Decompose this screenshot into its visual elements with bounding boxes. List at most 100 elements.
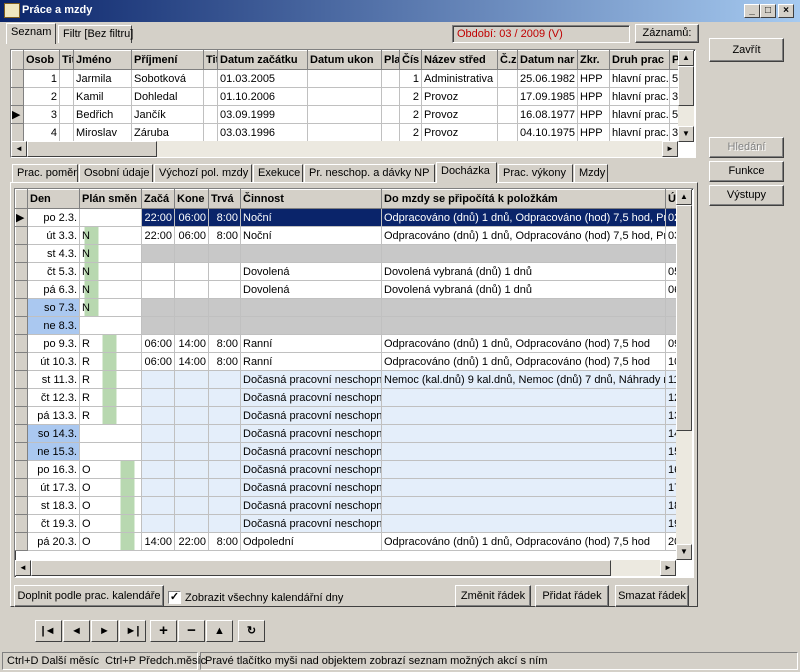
column-header[interactable]: Plán směn (79, 189, 142, 209)
column-header[interactable]: Příjmení (131, 50, 204, 70)
table-row[interactable]: ne 15.3.Dočasná pracovní neschopn15 (15, 442, 678, 461)
tab-seznam[interactable]: Seznam (6, 23, 56, 44)
scroll-right-icon[interactable]: ► (660, 560, 676, 576)
scroll-down-icon[interactable]: ▼ (678, 126, 694, 142)
column-header[interactable]: Zkr. (577, 50, 610, 70)
column-header[interactable]: Datum nar (517, 50, 578, 70)
table-row[interactable]: st 4.3. N (15, 244, 678, 263)
tab-2[interactable]: Výchozí pol. mzdy (154, 164, 252, 182)
table-cell (79, 424, 142, 443)
tab-0[interactable]: Prac. poměr (12, 164, 78, 182)
table-row[interactable]: pá 13.3.RDočasná pracovní neschopn13 (15, 406, 678, 425)
close-button[interactable]: Zavřít (709, 38, 784, 62)
scroll-up-icon[interactable]: ▲ (678, 50, 694, 66)
column-header[interactable]: Osob (23, 50, 60, 70)
column-header[interactable]: Začá (141, 189, 175, 209)
column-header[interactable]: Den (27, 189, 80, 209)
attendance-hscroll[interactable]: ◄ ► (15, 560, 676, 576)
outputs-button[interactable]: Výstupy (709, 185, 784, 206)
tab-filtr[interactable]: Filtr [Bez filtru] (58, 25, 133, 43)
table-cell: hlavní prac. (609, 123, 670, 142)
column-header[interactable]: Kone (174, 189, 209, 209)
employee-vscroll[interactable]: ▲ ▼ (678, 50, 694, 142)
change-row-button[interactable]: Změnit řádek (455, 585, 531, 607)
column-header[interactable]: Pla (381, 50, 400, 70)
refresh-icon[interactable]: ↻ (238, 620, 265, 642)
tab-3[interactable]: Exekuce (253, 164, 303, 182)
table-row[interactable]: po 16.3.ODočasná pracovní neschopn16 (15, 460, 678, 479)
add-record-icon[interactable]: + (150, 620, 177, 642)
add-row-button[interactable]: Přidat řádek (535, 585, 609, 607)
show-all-checkbox[interactable]: ✓ (168, 591, 181, 604)
column-header[interactable]: Tit (59, 50, 74, 70)
table-row[interactable]: čt 12.3.RDočasná pracovní neschopn12 (15, 388, 678, 407)
table-row[interactable]: pá 6.3. N Dovolená Dovolená vybraná (dnů) 1… (15, 280, 678, 299)
column-header[interactable]: Čís (399, 50, 422, 70)
functions-button[interactable]: Funkce (709, 161, 784, 182)
scroll-thumb[interactable] (676, 205, 692, 431)
table-row[interactable]: 4 Miroslav Záruba 03.03.1996 2 Provoz 04.10.19… (11, 123, 692, 142)
scroll-up-icon[interactable]: ▲ (676, 189, 692, 205)
fill-calendar-button[interactable]: Doplnit podle prac. kalendáře (14, 585, 164, 607)
search-button[interactable]: Hledání (709, 137, 784, 158)
table-row[interactable]: so 14.3.Dočasná pracovní neschopn14 (15, 424, 678, 443)
scroll-left-icon[interactable]: ◄ (11, 141, 27, 157)
column-header[interactable]: Druh prac (609, 50, 670, 70)
minimize-button[interactable]: _ (744, 4, 760, 18)
hscroll-thumb[interactable] (27, 141, 157, 157)
column-header[interactable]: Trvá (208, 189, 241, 209)
table-row[interactable]: út 10.3. R 06:00 14:00 8:00 Ranní Odpracováno … (15, 352, 678, 371)
attendance-grid[interactable]: Den Plán směn Začá Kone Trvá Činnost Do mzdy s… (14, 188, 694, 578)
maximize-button[interactable]: □ (760, 4, 776, 18)
table-row[interactable]: pá 20.3. O 14:00 22:00 8:00 Odpolední Odpracov… (15, 532, 678, 551)
table-row[interactable]: čt 5.3. N Dovolená Dovolená vybraná (dnů) 1… (15, 262, 678, 281)
delete-record-icon[interactable]: − (178, 620, 205, 642)
zaznamu-button[interactable]: Záznamů: (635, 24, 699, 43)
tab-7[interactable]: Mzdy (574, 164, 608, 182)
tab-6[interactable]: Prac. výkony (498, 164, 573, 182)
post-record-icon[interactable]: ▲ (206, 620, 233, 642)
table-row[interactable]: so 7.3. N (15, 298, 678, 317)
column-header[interactable]: Datum začátku (217, 50, 308, 70)
tab-4[interactable]: Pr. neschop. a dávky NP (304, 164, 435, 182)
employee-grid[interactable]: OsobTitJménoPříjmeníTitDatum začátkuDatu… (10, 49, 696, 158)
table-row[interactable]: ▶ 3 Bedřich Jančík 03.09.1999 2 Provoz 16.08.19… (11, 105, 692, 124)
table-cell: Odpolední (240, 532, 382, 551)
period-label: Období: 03 / 2009 (V) (452, 25, 630, 43)
table-row[interactable]: po 9.3. R 06:00 14:00 8:00 Ranní Odpracováno (… (15, 334, 678, 353)
column-header[interactable]: Tit (203, 50, 218, 70)
table-row[interactable]: ▶ po 2.3. 22:00 06:00 8:00 Noční Odpracováno (… (15, 208, 678, 227)
table-cell: Dočasná pracovní neschopn (240, 370, 382, 389)
table-row[interactable]: st 18.3.ODočasná pracovní neschopn18 (15, 496, 678, 515)
column-header[interactable]: Jméno (73, 50, 132, 70)
scroll-down-icon[interactable]: ▼ (676, 544, 692, 560)
table-row[interactable]: čt 19.3.ODočasná pracovní neschopn19 (15, 514, 678, 533)
column-header[interactable]: Činnost (240, 189, 382, 209)
employee-hscroll[interactable]: ◄ ► (11, 141, 678, 157)
scroll-left-icon[interactable]: ◄ (15, 560, 31, 576)
first-record-icon[interactable]: |◄ (35, 620, 62, 642)
table-row[interactable]: út 17.3.ODočasná pracovní neschopn17 (15, 478, 678, 497)
prev-record-icon[interactable]: ◄ (63, 620, 90, 642)
table-cell: O (79, 496, 142, 515)
table-cell (174, 244, 209, 263)
hscroll-thumb[interactable] (31, 560, 611, 576)
column-header[interactable]: Č.z (497, 50, 518, 70)
next-record-icon[interactable]: ► (91, 620, 118, 642)
column-header[interactable]: Do mzdy se připočítá k položkám (381, 189, 666, 209)
table-row[interactable]: 2 Kamil Dohledal 01.10.2006 2 Provoz 17.09.198… (11, 87, 692, 106)
scroll-right-icon[interactable]: ► (662, 141, 678, 157)
attendance-vscroll[interactable]: ▲ ▼ (676, 189, 692, 560)
column-header[interactable]: Název střed (421, 50, 498, 70)
table-row[interactable]: út 3.3. N 22:00 06:00 8:00 Noční Odpracováno (… (15, 226, 678, 245)
column-header[interactable]: Datum ukon (307, 50, 382, 70)
scroll-thumb[interactable] (678, 66, 694, 106)
tab-5[interactable]: Docházka (436, 162, 497, 183)
table-row[interactable]: 1 Jarmila Sobotková 01.03.2005 1 Administrati… (11, 69, 692, 88)
last-record-icon[interactable]: ►| (119, 620, 146, 642)
close-window-button[interactable]: × (778, 4, 794, 18)
delete-row-button[interactable]: Smazat řádek (615, 585, 689, 607)
table-row[interactable]: ne 8.3. (15, 316, 678, 335)
tab-1[interactable]: Osobní údaje (79, 164, 153, 182)
table-row[interactable]: st 11.3. R Dočasná pracovní neschopn Nemoc … (15, 370, 678, 389)
